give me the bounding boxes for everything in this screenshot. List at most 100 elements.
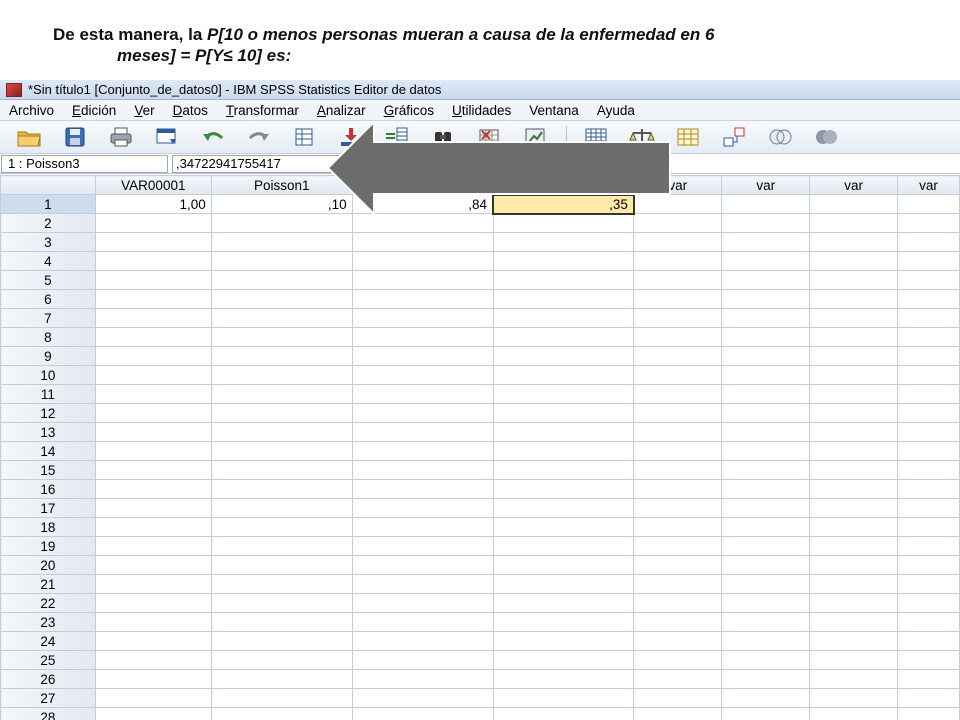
data-cell[interactable]	[210, 460, 353, 480]
data-cell[interactable]	[492, 593, 635, 613]
data-cell[interactable]: 1,00	[94, 194, 212, 214]
menu-ayuda[interactable]: Ayuda	[588, 103, 644, 118]
data-cell[interactable]	[633, 612, 723, 632]
data-cell[interactable]	[633, 631, 723, 651]
row-header[interactable]: 13	[0, 422, 96, 442]
menu-ventana[interactable]: Ventana	[520, 103, 588, 118]
data-cell[interactable]	[633, 688, 723, 708]
data-cell[interactable]	[633, 403, 723, 423]
data-cell[interactable]	[633, 650, 723, 670]
data-cell[interactable]	[492, 460, 635, 480]
data-cell[interactable]	[94, 517, 212, 537]
data-cell[interactable]	[721, 669, 811, 689]
data-cell[interactable]	[897, 536, 960, 556]
data-cell[interactable]	[897, 327, 960, 347]
data-cell[interactable]	[809, 688, 899, 708]
menu-archivo[interactable]: Archivo	[0, 103, 63, 118]
data-cell[interactable]	[721, 650, 811, 670]
cell-reference[interactable]: 1 : Poisson3	[1, 154, 168, 173]
data-cell[interactable]	[721, 460, 811, 480]
menu-graficos[interactable]: Gráficos	[375, 103, 443, 118]
data-cell[interactable]	[809, 593, 899, 613]
data-cell[interactable]	[210, 251, 353, 271]
data-cell[interactable]	[809, 346, 899, 366]
data-cell[interactable]	[897, 574, 960, 594]
menu-transformar[interactable]: Transformar	[217, 103, 308, 118]
data-cell[interactable]	[492, 555, 635, 575]
data-cell[interactable]	[897, 232, 960, 252]
data-cell[interactable]	[897, 498, 960, 518]
data-cell[interactable]	[809, 498, 899, 518]
data-cell[interactable]	[721, 555, 811, 575]
data-cell[interactable]	[492, 327, 635, 347]
data-cell[interactable]	[633, 213, 723, 233]
data-cell[interactable]	[633, 479, 723, 499]
data-cell[interactable]	[351, 441, 494, 461]
column-header[interactable]: var	[809, 175, 899, 195]
data-cell[interactable]	[721, 688, 811, 708]
data-cell[interactable]	[351, 574, 494, 594]
data-cell[interactable]	[351, 251, 494, 271]
row-header[interactable]: 6	[0, 289, 96, 309]
data-cell[interactable]	[633, 460, 723, 480]
data-cell[interactable]	[94, 251, 212, 271]
data-cell[interactable]	[633, 536, 723, 556]
data-cell[interactable]	[94, 308, 212, 328]
row-header[interactable]: 17	[0, 498, 96, 518]
menu-analizar[interactable]: Analizar	[308, 103, 375, 118]
data-cell[interactable]	[721, 631, 811, 651]
data-cell[interactable]	[210, 707, 353, 720]
data-cell[interactable]	[492, 270, 635, 290]
menu-utilidades[interactable]: Utilidades	[443, 103, 520, 118]
data-cell[interactable]	[351, 270, 494, 290]
data-cell[interactable]	[351, 498, 494, 518]
data-cell[interactable]	[210, 270, 353, 290]
data-cell[interactable]	[210, 289, 353, 309]
data-cell[interactable]	[897, 555, 960, 575]
data-cell[interactable]	[897, 688, 960, 708]
data-cell[interactable]	[94, 232, 212, 252]
row-header[interactable]: 1	[0, 194, 96, 214]
row-header[interactable]: 11	[0, 384, 96, 404]
data-cell[interactable]	[897, 669, 960, 689]
data-cell[interactable]	[351, 631, 494, 651]
data-cell[interactable]	[809, 327, 899, 347]
data-cell[interactable]	[351, 555, 494, 575]
data-cell[interactable]	[809, 441, 899, 461]
data-cell[interactable]	[633, 327, 723, 347]
data-cell[interactable]	[809, 384, 899, 404]
save-icon[interactable]	[60, 125, 90, 149]
column-header[interactable]: var	[721, 175, 811, 195]
data-cell[interactable]	[210, 327, 353, 347]
data-cell[interactable]	[351, 593, 494, 613]
data-cell[interactable]	[492, 707, 635, 720]
data-cell[interactable]	[721, 289, 811, 309]
data-cell[interactable]	[721, 536, 811, 556]
data-cell[interactable]	[809, 707, 899, 720]
data-cell[interactable]	[94, 441, 212, 461]
data-cell[interactable]	[721, 403, 811, 423]
data-cell[interactable]	[492, 517, 635, 537]
data-cell[interactable]	[897, 308, 960, 328]
data-cell[interactable]	[633, 270, 723, 290]
data-cell[interactable]	[94, 346, 212, 366]
row-header[interactable]: 10	[0, 365, 96, 385]
column-header[interactable]: var	[897, 175, 960, 195]
print-icon[interactable]	[106, 125, 136, 149]
data-cell[interactable]	[94, 384, 212, 404]
data-cell[interactable]	[94, 631, 212, 651]
data-cell[interactable]	[809, 650, 899, 670]
row-header[interactable]: 21	[0, 574, 96, 594]
data-cell[interactable]	[210, 384, 353, 404]
row-header[interactable]: 23	[0, 612, 96, 632]
corner-cell[interactable]	[0, 175, 96, 195]
data-cell[interactable]	[897, 612, 960, 632]
data-cell[interactable]	[210, 517, 353, 537]
data-cell[interactable]	[721, 422, 811, 442]
data-cell[interactable]	[721, 441, 811, 461]
data-cell[interactable]	[633, 555, 723, 575]
data-cell[interactable]	[809, 574, 899, 594]
data-cell[interactable]	[633, 346, 723, 366]
data-cell[interactable]	[809, 612, 899, 632]
data-cell[interactable]	[351, 213, 494, 233]
